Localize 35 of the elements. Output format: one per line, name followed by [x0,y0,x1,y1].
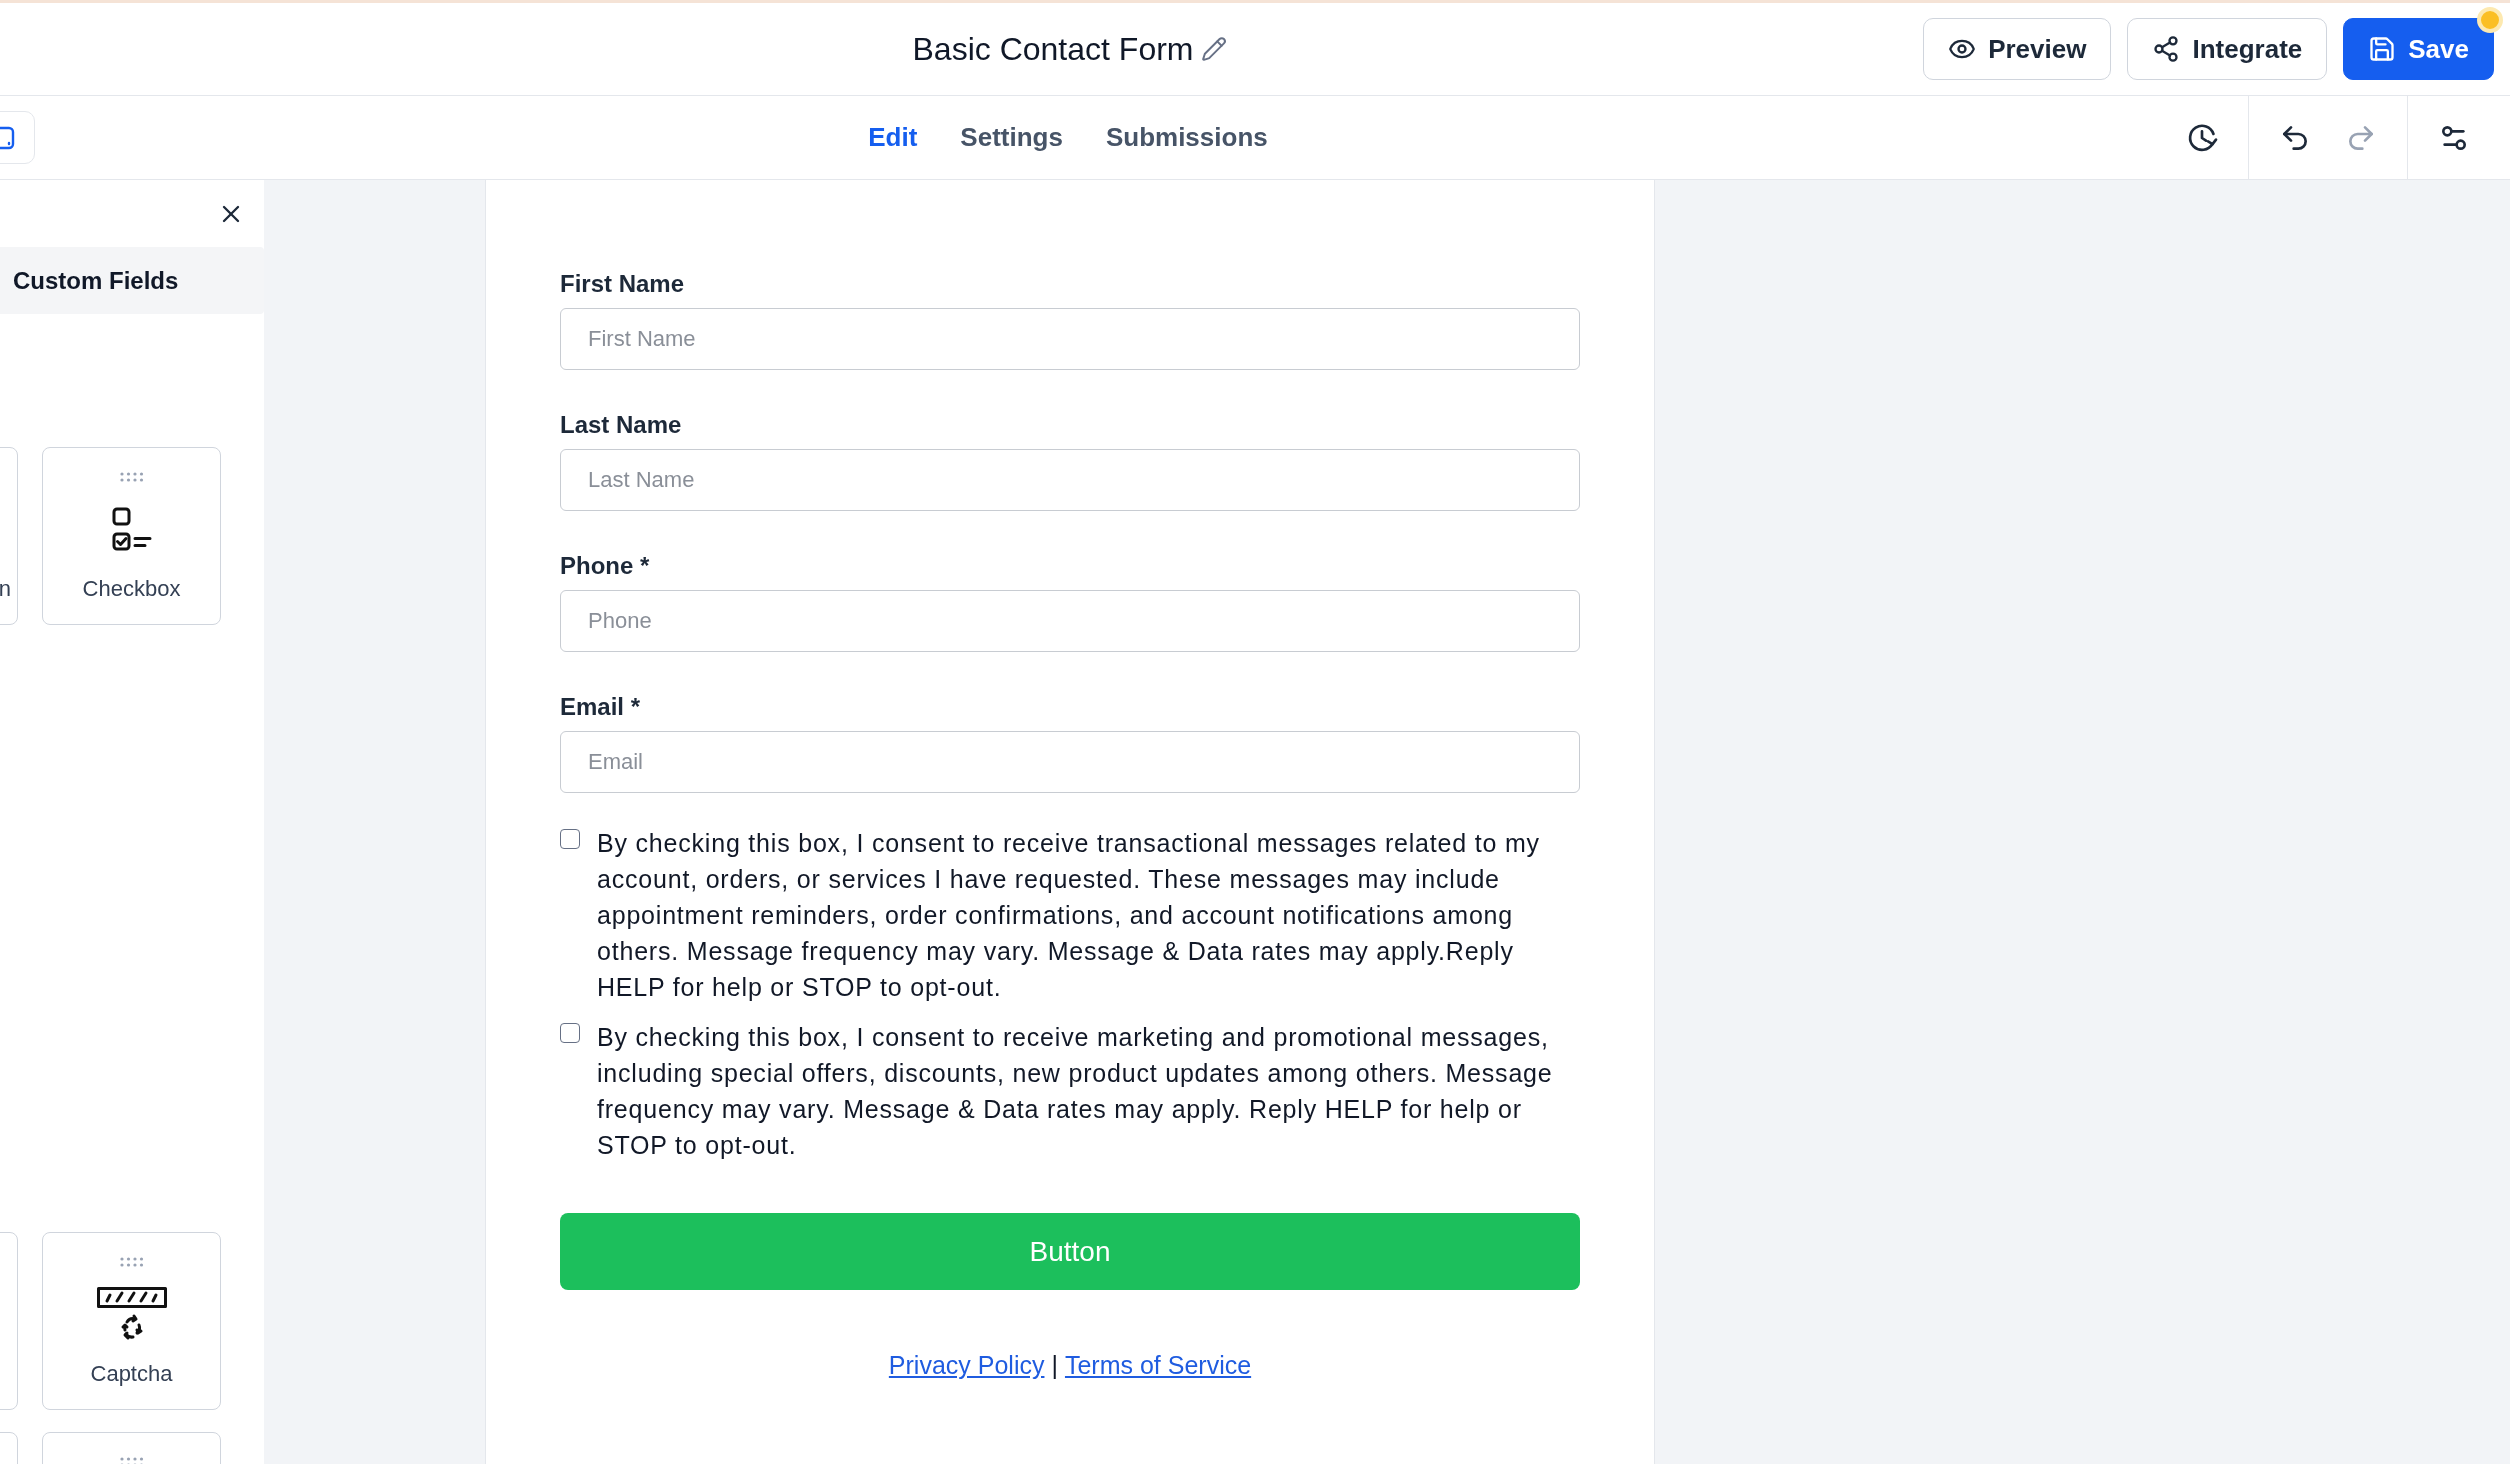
field-label: First Name [560,269,686,299]
card-label: Captcha [90,1360,173,1388]
text-input[interactable]: Email [560,731,1580,793]
checkbox[interactable] [560,1023,580,1043]
consent-text: By checking this box, I consent to receive transactional messages related to my account, orders, or services I have requested. These messages may include appointment reminders, order confirmations, and account notifications among others. Message frequency may vary. Message & Data rates may apply.Reply HELP for help or STOP to opt-out. [597,828,1541,1003]
integrate-button[interactable]: Integrate [2127,18,2328,80]
tab[interactable]: Submissions [1105,122,1268,153]
text-input[interactable]: Phone [560,590,1580,652]
text-input[interactable]: Last Name [560,449,1580,511]
card-label: n [0,575,11,603]
field-card[interactable]: n [0,447,18,625]
pencil-icon[interactable] [1201,36,1228,62]
field-card[interactable]: Captcha [42,1232,221,1410]
section-header[interactable]: Custom Fields [0,247,264,314]
link-separator: | [1051,1350,1058,1381]
field-label: Phone * [560,551,651,581]
text-input[interactable]: First Name [560,308,1580,370]
card-label: Checkbox [82,575,181,603]
checkbox-list-icon [111,507,152,553]
field-label: Last Name [560,410,683,440]
share-icon [2152,35,2181,63]
history-icon[interactable] [2186,121,2218,154]
footer-link[interactable]: Privacy Policy [888,1349,1045,1381]
consent-text: By checking this box, I consent to receive marketing and promotional messages, including special offers, discounts, new product updates among others. Message frequency may vary. Message & Data rates may apply. Reply HELP for help or STOP to opt-out. [597,1022,1554,1161]
tab[interactable]: Settings [960,122,1063,153]
tab[interactable]: Edit [868,122,918,153]
form-title: Basic Contact Form [912,30,1194,68]
drag-handle-icon[interactable] [119,472,144,482]
field-label: Email * [560,692,642,722]
drag-handle-icon[interactable] [119,1457,144,1464]
drag-handle-icon[interactable] [119,1257,144,1267]
field-card[interactable]: Checkbox [42,447,221,625]
checkbox[interactable] [560,829,580,849]
footer-link[interactable]: Terms of Service [1064,1349,1252,1381]
preview-button[interactable]: Preview [1923,18,2112,80]
